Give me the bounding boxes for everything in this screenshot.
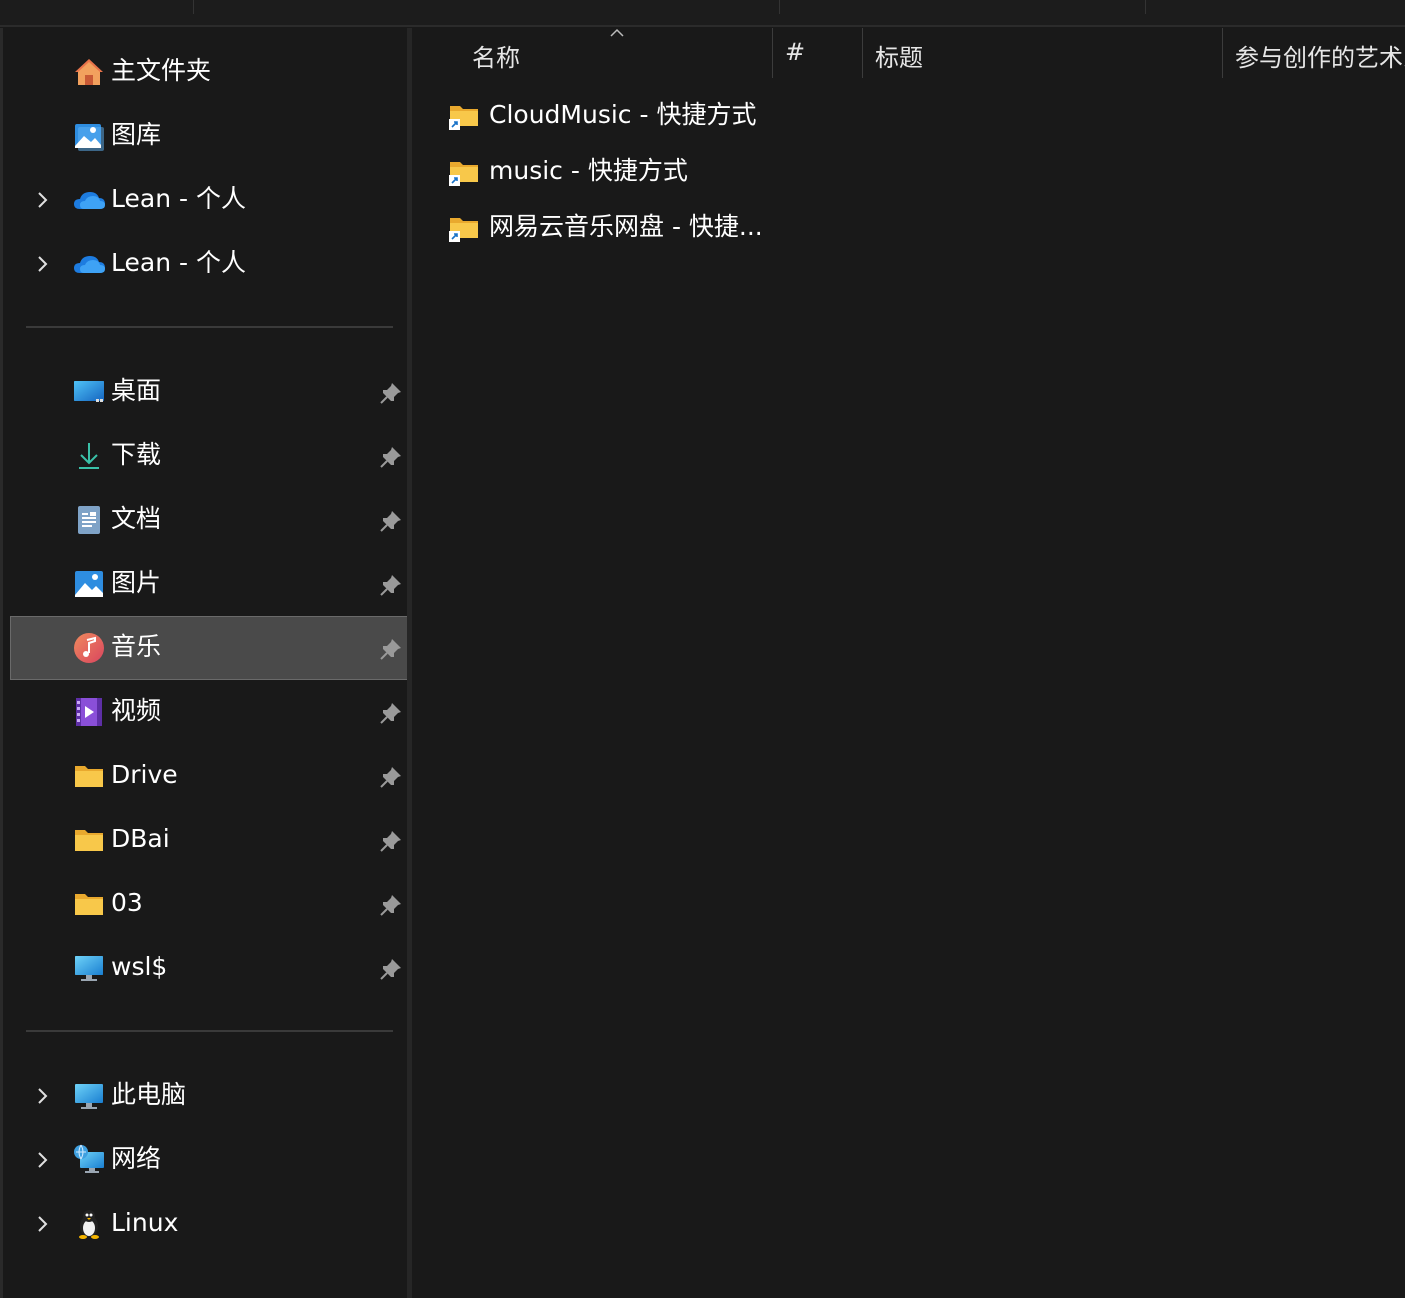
nav-item-label: 视频: [111, 696, 162, 725]
video-icon: [72, 695, 106, 729]
file-name: 网易云音乐网盘 - 快捷...: [489, 212, 763, 241]
nav-item-label: 主文件夹: [111, 56, 212, 85]
toolbar-separator: [1145, 0, 1146, 14]
pin-icon[interactable]: [378, 572, 404, 598]
folder-icon: [72, 759, 106, 793]
onedrive-cloud-icon: [72, 183, 106, 217]
nav-item-label: 下载: [111, 440, 162, 469]
network-icon: [72, 1143, 106, 1177]
pane-splitter[interactable]: [407, 28, 412, 1298]
file-name: music - 快捷方式: [489, 156, 688, 185]
nav-item-label: 此电脑: [111, 1080, 187, 1109]
nav-item-label: Lean - 个人: [111, 184, 246, 213]
nav-item-label: 音乐: [111, 632, 162, 661]
list-item[interactable]: music - 快捷方式: [438, 146, 768, 198]
nav-item-label: 图库: [111, 120, 162, 149]
nav-item-onedrive-2[interactable]: Lean - 个人: [10, 232, 408, 296]
chevron-right-icon[interactable]: [32, 254, 52, 274]
nav-item-drive-folder[interactable]: Drive: [10, 744, 408, 808]
column-separator[interactable]: [862, 28, 863, 78]
column-separator[interactable]: [1222, 28, 1223, 78]
chevron-right-icon[interactable]: [32, 190, 52, 210]
column-header-number[interactable]: #: [785, 38, 805, 66]
nav-item-03-folder[interactable]: 03: [10, 872, 408, 936]
column-header-artists[interactable]: 参与创作的艺术家: [1235, 38, 1405, 73]
nav-item-label: 文档: [111, 504, 162, 533]
column-header-name[interactable]: 名称: [472, 38, 520, 73]
navigation-pane[interactable]: 主文件夹 图库 Lean - 个人 Lean - 个人 桌面 下载 文档 图片 …: [0, 28, 408, 1298]
nav-item-label: 网络: [111, 1144, 162, 1173]
nav-item-label: DBai: [111, 824, 170, 853]
nav-item-desktop[interactable]: 桌面: [10, 360, 408, 424]
folder-shortcut-icon: [448, 156, 480, 188]
pin-icon[interactable]: [378, 380, 404, 406]
folder-icon: [72, 887, 106, 921]
list-item[interactable]: 网易云音乐网盘 - 快捷...: [438, 202, 768, 254]
nav-item-label: Linux: [111, 1208, 179, 1237]
toolbar-separator: [779, 0, 780, 14]
nav-item-label: Lean - 个人: [111, 248, 246, 277]
toolbar-separator: [193, 0, 194, 14]
chevron-right-icon[interactable]: [32, 1150, 52, 1170]
nav-item-downloads[interactable]: 下载: [10, 424, 408, 488]
nav-item-documents[interactable]: 文档: [10, 488, 408, 552]
nav-item-pictures[interactable]: 图片: [10, 552, 408, 616]
desktop-icon: [72, 375, 106, 409]
onedrive-cloud-icon: [72, 247, 106, 281]
nav-item-label: wsl$: [111, 952, 168, 981]
linux-penguin-icon: [72, 1207, 106, 1241]
nav-item-label: 图片: [111, 568, 162, 597]
file-name: CloudMusic - 快捷方式: [489, 100, 757, 129]
home-icon: [72, 55, 106, 89]
pin-icon[interactable]: [378, 700, 404, 726]
document-icon: [72, 503, 106, 537]
toolbar-strip: [0, 0, 1405, 27]
nav-item-videos[interactable]: 视频: [10, 680, 408, 744]
list-item[interactable]: CloudMusic - 快捷方式: [438, 90, 768, 142]
pin-icon[interactable]: [378, 892, 404, 918]
folder-shortcut-icon: [448, 212, 480, 244]
pin-icon[interactable]: [378, 828, 404, 854]
column-header-title[interactable]: 标题: [875, 38, 923, 73]
nav-item-label: 桌面: [111, 376, 162, 405]
nav-item-wsl[interactable]: wsl$: [10, 936, 408, 1000]
download-icon: [72, 439, 106, 473]
nav-item-linux[interactable]: Linux: [10, 1192, 408, 1256]
folder-shortcut-icon: [448, 100, 480, 132]
nav-divider: [26, 1030, 393, 1032]
nav-item-label: Drive: [111, 760, 178, 789]
nav-divider: [26, 326, 393, 328]
this-pc-icon: [72, 1079, 106, 1113]
folder-icon: [72, 823, 106, 857]
gallery-icon: [72, 119, 106, 153]
sort-ascending-icon: [610, 28, 624, 37]
chevron-right-icon[interactable]: [32, 1086, 52, 1106]
pictures-icon: [72, 567, 106, 601]
column-header-row: 名称 # 标题 参与创作的艺术家: [412, 28, 1405, 80]
pin-icon[interactable]: [378, 444, 404, 470]
nav-item-dbai-folder[interactable]: DBai: [10, 808, 408, 872]
music-icon: [72, 631, 106, 665]
nav-item-home[interactable]: 主文件夹: [10, 40, 408, 104]
pin-icon[interactable]: [378, 956, 404, 982]
pin-icon[interactable]: [378, 764, 404, 790]
nav-item-onedrive[interactable]: Lean - 个人: [10, 168, 408, 232]
pin-icon[interactable]: [378, 508, 404, 534]
nav-item-label: 03: [111, 888, 143, 917]
column-separator[interactable]: [772, 28, 773, 78]
chevron-right-icon[interactable]: [32, 1214, 52, 1234]
monitor-icon: [72, 951, 106, 985]
nav-item-gallery[interactable]: 图库: [10, 104, 408, 168]
pin-icon[interactable]: [378, 636, 404, 662]
nav-item-music[interactable]: 音乐: [10, 616, 408, 680]
nav-item-network[interactable]: 网络: [10, 1128, 408, 1192]
nav-item-this-pc[interactable]: 此电脑: [10, 1064, 408, 1128]
